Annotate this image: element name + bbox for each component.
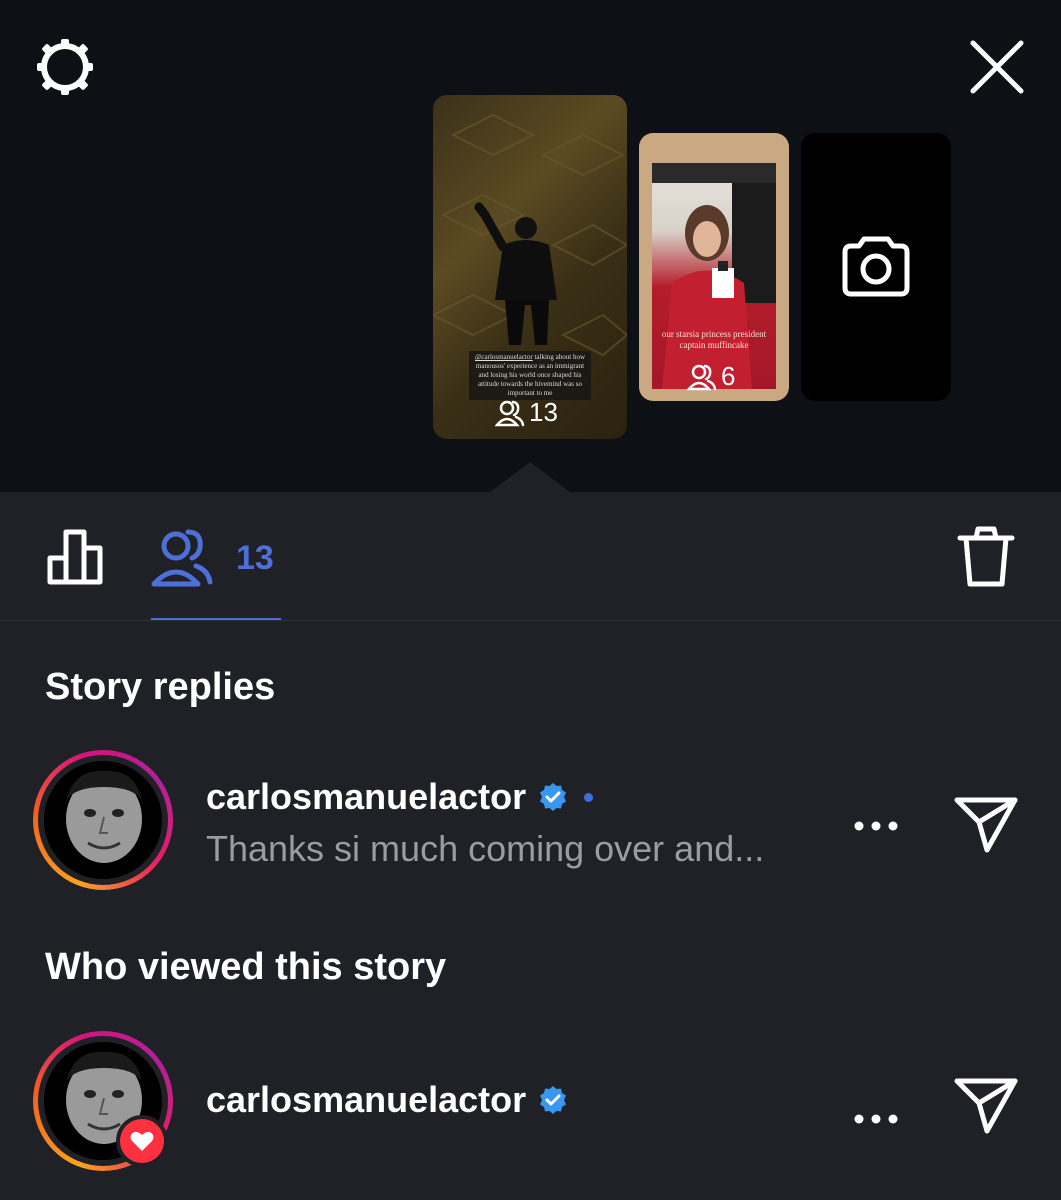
unread-dot bbox=[584, 792, 594, 802]
viewers-icon bbox=[495, 400, 525, 426]
story-viewer-number: 6 bbox=[721, 361, 736, 391]
like-badge bbox=[116, 1115, 168, 1167]
close-icon bbox=[970, 40, 1024, 94]
story-replies-title: Story replies bbox=[45, 666, 276, 708]
story-viewer-number: 13 bbox=[529, 397, 558, 427]
story-viewer-count: 13 bbox=[495, 397, 558, 428]
viewers-section-title: Who viewed this story bbox=[45, 946, 447, 988]
caption-handle: @carlosmanuelactor bbox=[474, 353, 533, 361]
settings-button[interactable] bbox=[30, 32, 100, 102]
insights-tab[interactable] bbox=[40, 520, 112, 592]
viewer-username[interactable]: carlosmanuelactor bbox=[206, 1079, 526, 1121]
reply-message-preview[interactable]: Thanks si much coming over and... bbox=[206, 828, 764, 870]
send-icon bbox=[954, 797, 1018, 853]
avatar[interactable] bbox=[33, 750, 173, 890]
selected-story-pointer bbox=[490, 462, 570, 492]
verified-badge-icon bbox=[540, 1086, 567, 1114]
more-dots-icon bbox=[854, 1114, 898, 1124]
trash-icon bbox=[957, 526, 1015, 587]
reply-username[interactable]: carlosmanuelactor bbox=[206, 776, 526, 818]
story-thumbnail[interactable]: our starsia princess president captain m… bbox=[639, 133, 789, 401]
viewers-icon bbox=[687, 364, 717, 390]
reply-row[interactable]: carlosmanuelactor Thanks si much coming … bbox=[0, 750, 1061, 900]
more-options-button[interactable] bbox=[852, 1093, 900, 1135]
viewers-tab[interactable]: 13 bbox=[150, 522, 282, 594]
viewer-row[interactable]: carlosmanuelactor bbox=[0, 1031, 1061, 1181]
viewers-icon bbox=[151, 529, 213, 587]
close-button[interactable] bbox=[962, 32, 1032, 102]
more-options-button[interactable] bbox=[852, 800, 900, 842]
story-viewer-count: 6 bbox=[687, 361, 735, 392]
more-dots-icon bbox=[854, 821, 898, 831]
delete-button[interactable] bbox=[950, 520, 1022, 592]
heart-icon bbox=[130, 1131, 154, 1151]
add-story-button[interactable] bbox=[801, 133, 951, 401]
story-thumbnail[interactable]: @carlosmanuelactor talking about how man… bbox=[433, 95, 627, 439]
viewers-tab-count: 13 bbox=[236, 538, 274, 577]
verified-badge-icon bbox=[540, 783, 567, 811]
story-image bbox=[652, 163, 776, 389]
story-caption: @carlosmanuelactor talking about how man… bbox=[469, 351, 591, 400]
story-caption: our starsia princess president captain m… bbox=[661, 329, 767, 350]
gear-icon bbox=[37, 39, 93, 95]
bar-chart-icon bbox=[47, 529, 103, 585]
camera-icon bbox=[842, 236, 910, 297]
avatar-image bbox=[44, 761, 162, 879]
send-message-button[interactable] bbox=[948, 1067, 1024, 1143]
active-tab-indicator bbox=[151, 618, 281, 620]
send-message-button[interactable] bbox=[948, 786, 1024, 862]
send-icon bbox=[954, 1078, 1018, 1134]
